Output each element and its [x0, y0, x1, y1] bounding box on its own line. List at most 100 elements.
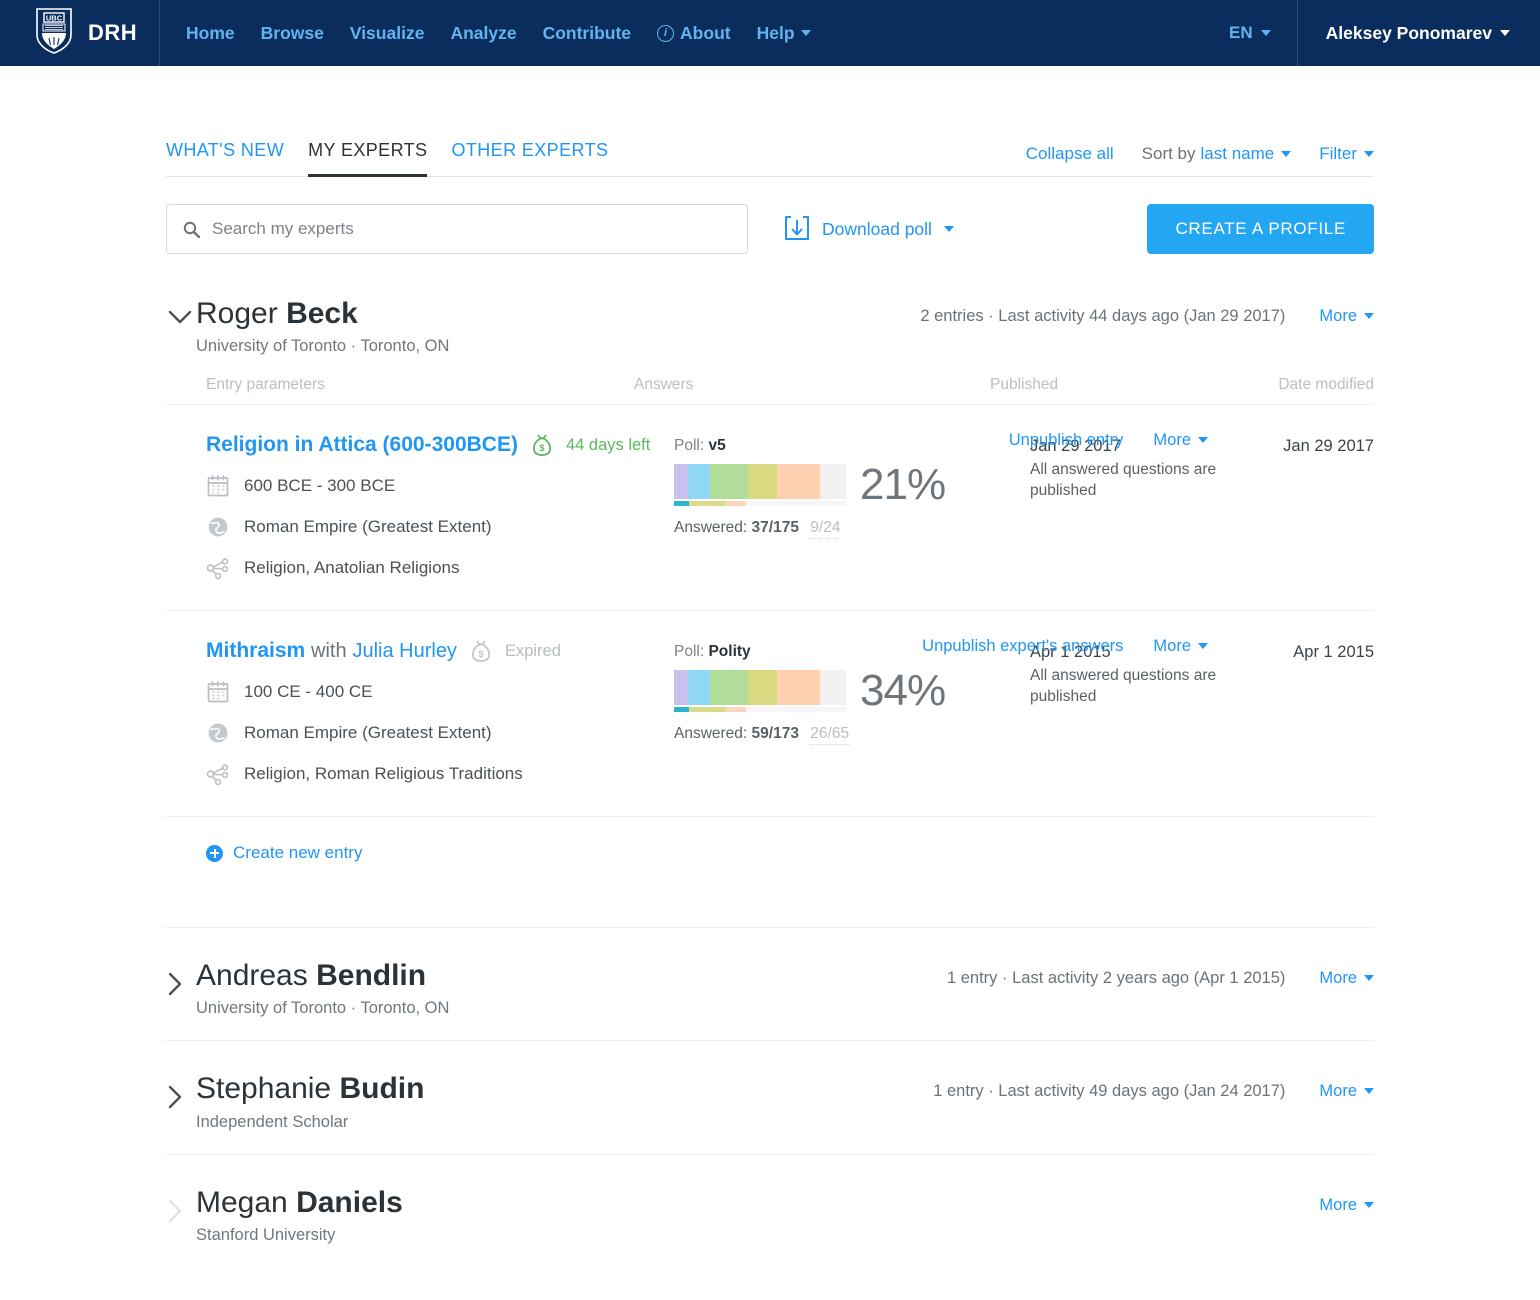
poll-progress-bar [674, 464, 846, 507]
collapse-toggle-icon[interactable] [166, 308, 196, 326]
column-header-published: Published [990, 376, 1059, 394]
sort-by-value: last name [1200, 144, 1275, 163]
nav-item-analyze[interactable]: Analyze [450, 23, 516, 44]
coauthor-link[interactable]: Julia Hurley [352, 640, 456, 662]
chevron-down-icon [1364, 313, 1374, 319]
create-new-entry-button[interactable]: Create new entry [206, 843, 362, 863]
unpublish-experts-answers-button[interactable]: Unpublish expert's answers [922, 637, 1123, 656]
expert-more-label: More [1319, 1082, 1357, 1101]
expert-name[interactable]: Andreas Bendlin [196, 959, 449, 992]
chevron-down-icon [800, 30, 811, 36]
nav-item-help[interactable]: Help [757, 23, 811, 44]
expert-header[interactable]: Stephanie Budin Independent Scholar 1 en… [166, 1073, 1374, 1131]
nav-item-visualize[interactable]: Visualize [350, 23, 425, 44]
poll-segment-3 [710, 670, 748, 706]
entry-more-label: More [1153, 637, 1191, 656]
search-input[interactable] [210, 218, 731, 240]
entry-param-region: Roman Empire (Greatest Extent) [206, 515, 674, 539]
expert-name[interactable]: Stephanie Budin [196, 1073, 424, 1105]
entry-title-link[interactable]: Religion in Attica (600-300BCE) [206, 433, 518, 457]
ubc-crest-logo-icon[interactable]: UBC [36, 7, 72, 59]
poll-bar-segments [674, 670, 846, 706]
user-menu[interactable]: Aleksey Ponomarev [1298, 0, 1540, 66]
expert-more-button[interactable]: More [1319, 1082, 1374, 1101]
answered-label: Answered: [674, 519, 748, 537]
nav-item-contribute[interactable]: Contribute [543, 23, 631, 44]
download-poll-label: Download poll [822, 218, 932, 239]
globe-icon [207, 516, 229, 538]
entry-title-text: Mithraism [206, 639, 306, 663]
poll-label-text: Poll: [674, 643, 705, 661]
chevron-down-icon [1198, 437, 1208, 444]
poll-bar-subsegments [674, 707, 846, 713]
expert-affiliation: University of Toronto · Toronto, ON [196, 337, 450, 356]
collapse-all-button[interactable]: Collapse all [1026, 144, 1114, 164]
entry-date-range: 600 BCE - 300 BCE [244, 476, 396, 496]
entry-title-link[interactable]: Mithraism with Julia Hurley [206, 639, 457, 663]
entry-more-button[interactable]: More [1153, 637, 1208, 656]
create-a-profile-button[interactable]: CREATE A PROFILE [1147, 204, 1374, 254]
poll-subsegment-3 [725, 501, 747, 507]
column-header-answers: Answers [634, 376, 694, 394]
entry-date-modified-cell: Jan 29 2017 [1283, 437, 1374, 456]
expert-header[interactable]: Andreas Bendlin University of Toronto · … [166, 959, 1374, 1018]
brand-title[interactable]: DRH [88, 20, 137, 46]
unpublish-entry-button[interactable]: Unpublish entry [1009, 431, 1124, 450]
expert-header[interactable]: Roger Beck University of Toronto · Toron… [166, 297, 1374, 356]
expert-name[interactable]: Roger Beck [196, 297, 449, 330]
calendar-icon [207, 681, 229, 703]
entry-param-tags: Religion, Anatolian Religions [206, 556, 674, 580]
published-note: All answered questions are published [1030, 461, 1217, 500]
tab-list: WHAT'S NEW MY EXPERTS OTHER EXPERTS [166, 140, 608, 177]
poll-version: v5 [708, 437, 726, 455]
poll-bar-segments [674, 464, 846, 500]
poll-segment-3 [710, 464, 748, 500]
sort-by-control[interactable]: Sort by last name [1142, 144, 1292, 164]
nav-right-cluster: EN Aleksey Ponomarev [1203, 0, 1540, 66]
nav-item-browse[interactable]: Browse [261, 23, 324, 44]
expert-identity: Andreas Bendlin University of Toronto · … [196, 959, 449, 1018]
expert-name[interactable]: Megan Daniels [196, 1185, 403, 1219]
download-poll-button[interactable]: Download poll [784, 215, 954, 243]
tab-whats-new[interactable]: WHAT'S NEW [166, 140, 284, 177]
expert-header[interactable]: Megan Daniels Stanford University More [166, 1185, 1374, 1245]
answered-value: 37/175 [751, 519, 799, 537]
chevron-down-icon [1198, 643, 1208, 650]
expert-last-name: Daniels [296, 1185, 403, 1219]
filter-control[interactable]: Filter [1319, 144, 1374, 164]
entry-column-headers: Entry parameters Answers Published Date … [166, 376, 1374, 406]
expert-meta: 1 entry · Last activity 2 years ago (Apr… [947, 960, 1374, 988]
search-box[interactable] [166, 204, 748, 254]
entry-region: Roman Empire (Greatest Extent) [244, 517, 492, 537]
expert-affiliation: Stanford University [196, 1226, 336, 1245]
expert-more-button[interactable]: More [1319, 969, 1374, 988]
entry-published-cell: Jan 29 2017 All answered questions are p… [1030, 433, 1273, 580]
expert-more-button[interactable]: More [1319, 307, 1374, 326]
answered-summary: Answered: 37/175 9/24 [674, 519, 1030, 540]
published-note: All answered questions are published [1030, 667, 1217, 706]
language-selector[interactable]: EN [1203, 0, 1298, 66]
expert-more-label: More [1319, 307, 1357, 325]
tab-other-experts[interactable]: OTHER EXPERTS [451, 140, 608, 177]
nav-item-about[interactable]: i About [657, 23, 731, 44]
nav-item-contribute-label: Contribute [542, 22, 632, 43]
poll-segment-5 [777, 670, 821, 706]
poll-segment-2 [687, 464, 711, 500]
expand-toggle-icon[interactable] [166, 970, 196, 998]
tab-my-experts[interactable]: MY EXPERTS [308, 140, 428, 177]
entry-published-cell: Apr 1 2015 All answered questions are pu… [1030, 639, 1273, 786]
expert-first-name: Roger [196, 297, 278, 330]
expand-toggle-icon[interactable] [166, 1083, 196, 1111]
poll-subsegment-remaining [746, 707, 846, 713]
expert-last-name: Beck [286, 297, 358, 330]
chevron-right-icon [168, 972, 182, 996]
expert-more-button[interactable]: More [1319, 1196, 1374, 1215]
entry-title-row: Mithraism with Julia Hurley $ Expired [206, 639, 674, 663]
entry-more-button[interactable]: More [1153, 431, 1208, 450]
nav-item-home[interactable]: Home [186, 23, 235, 44]
expert-activity-summary: 1 entry · Last activity 49 days ago (Jan… [933, 1082, 1286, 1101]
poll-percent: 21% [860, 460, 946, 510]
poll-progress-row: 34% [674, 669, 1030, 713]
entry-tags: Religion, Roman Religious Traditions [244, 764, 523, 784]
network-tags-icon [206, 558, 229, 580]
